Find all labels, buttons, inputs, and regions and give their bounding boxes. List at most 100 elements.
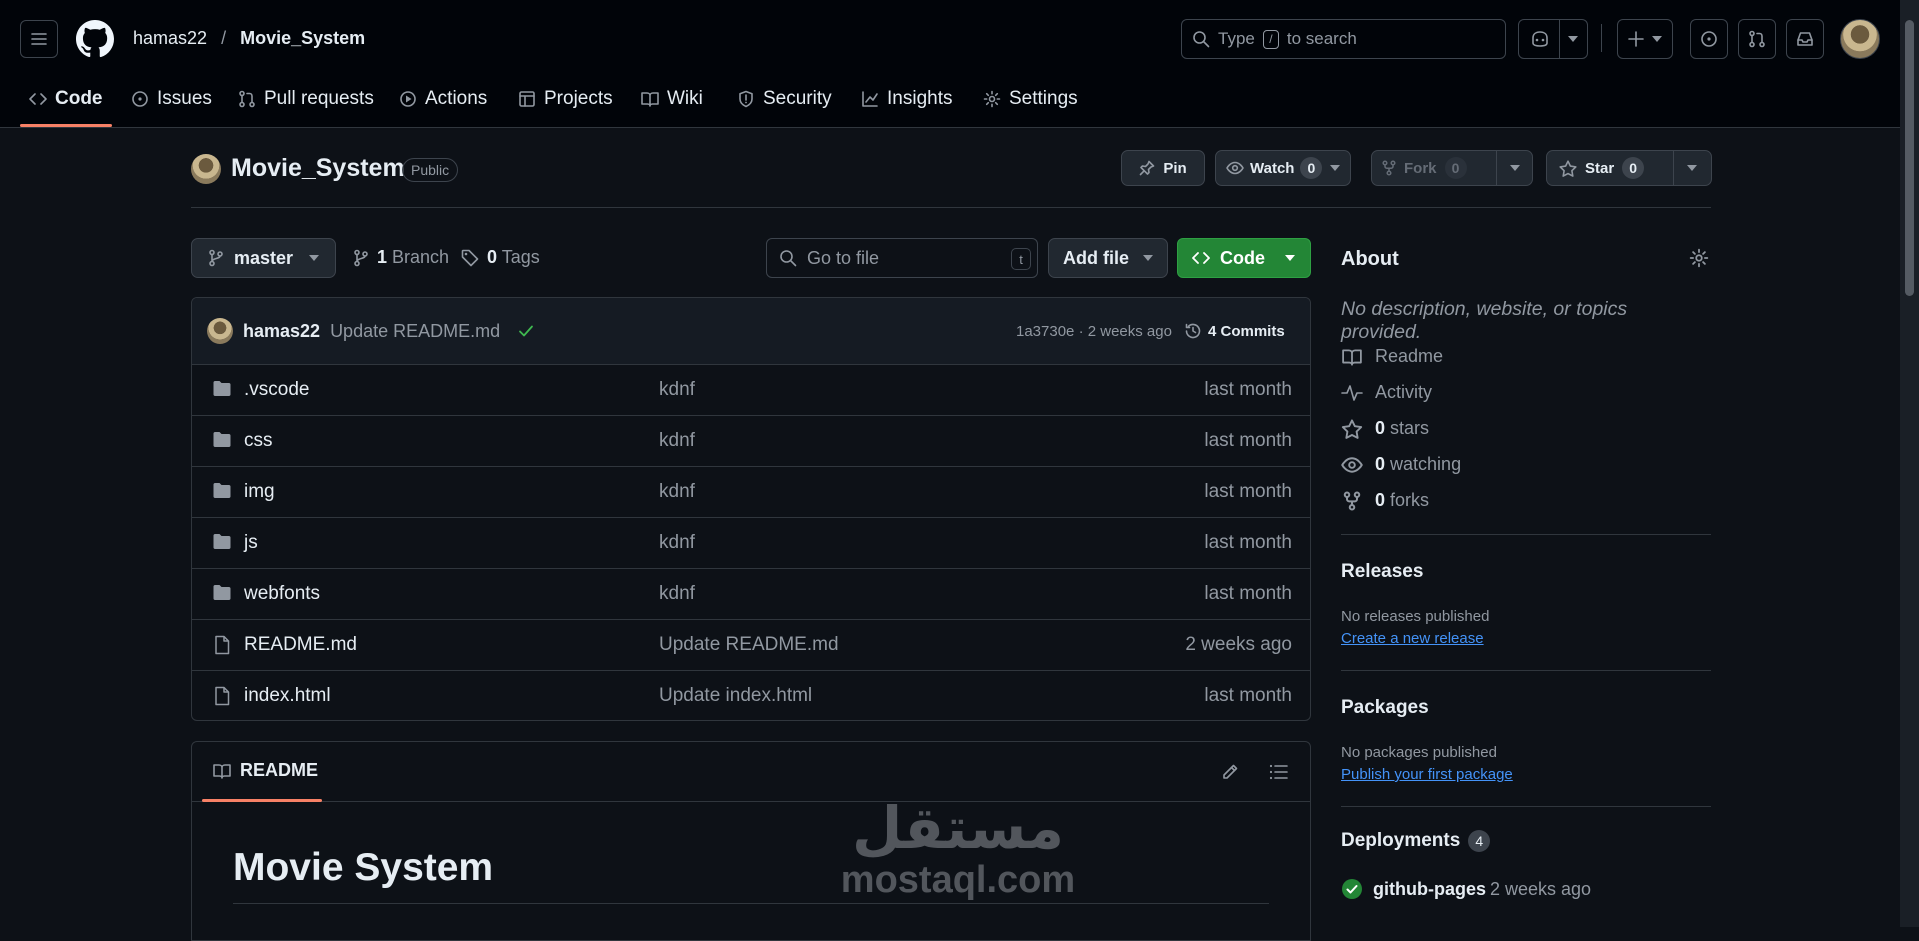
- file-commit-message[interactable]: Update README.md: [659, 634, 839, 656]
- tab-pull-requests[interactable]: Pull requests: [238, 88, 374, 110]
- star-button[interactable]: Star 0: [1546, 150, 1712, 186]
- folder-icon: [213, 534, 231, 549]
- file-row[interactable]: js kdnf last month: [192, 517, 1310, 568]
- gear-icon[interactable]: [1689, 248, 1709, 268]
- create-release-link[interactable]: Create a new release: [1341, 630, 1484, 647]
- pin-label: Pin: [1163, 159, 1187, 177]
- releases-title[interactable]: Releases: [1341, 561, 1423, 583]
- latest-commit-bar: hamas22 Update README.md 1a3730e · 2 wee…: [192, 298, 1310, 364]
- book-icon: [641, 92, 659, 107]
- check-icon[interactable]: [518, 324, 534, 338]
- file-name[interactable]: .vscode: [244, 379, 309, 401]
- search-icon: [1193, 31, 1210, 48]
- issue-opened-icon: [1701, 31, 1717, 47]
- readme-header: README: [192, 742, 1310, 802]
- scrollbar-thumb[interactable]: [1905, 20, 1914, 296]
- stars-label: stars: [1390, 418, 1430, 438]
- file-commit-message[interactable]: kdnf: [659, 583, 695, 605]
- file-name[interactable]: js: [244, 532, 258, 554]
- owner-link[interactable]: hamas22: [133, 28, 207, 49]
- tab-actions-label: Actions: [425, 88, 488, 109]
- file-commit-message[interactable]: kdnf: [659, 430, 695, 452]
- file-row[interactable]: .vscode kdnf last month: [192, 364, 1310, 415]
- folder-icon: [213, 381, 231, 396]
- top-header: hamas22 / Movie_System Type / to search …: [0, 0, 1900, 128]
- edit-pencil-icon[interactable]: [1221, 763, 1239, 781]
- chevron-down-icon[interactable]: [1330, 165, 1340, 171]
- tab-issues-label: Issues: [157, 88, 212, 109]
- repo-link[interactable]: Movie_System: [240, 28, 365, 49]
- repo-name[interactable]: Movie_System: [231, 154, 405, 183]
- file-row[interactable]: css kdnf last month: [192, 415, 1310, 466]
- file-row[interactable]: index.html Update index.html last month: [192, 670, 1310, 720]
- tab-settings[interactable]: Settings: [983, 88, 1078, 110]
- file-name[interactable]: img: [244, 481, 275, 503]
- readme-tab[interactable]: README: [212, 760, 318, 781]
- chevron-down-icon[interactable]: [1687, 165, 1697, 171]
- readme-link-label: Readme: [1375, 346, 1444, 366]
- commits-link[interactable]: 4 Commits: [1184, 322, 1285, 340]
- breadcrumb-separator: /: [221, 28, 227, 48]
- publish-package-link[interactable]: Publish your first package: [1341, 766, 1513, 783]
- file-row[interactable]: webfonts kdnf last month: [192, 568, 1310, 619]
- inbox-button[interactable]: [1786, 19, 1824, 59]
- add-file-label: Add file: [1063, 247, 1129, 268]
- add-file-button[interactable]: Add file: [1048, 238, 1168, 278]
- file-name[interactable]: README.md: [244, 634, 357, 656]
- go-to-file-input[interactable]: Go to file t: [766, 238, 1038, 278]
- github-logo[interactable]: [76, 20, 114, 58]
- deployment-item[interactable]: github-pages 2 weeks ago: [1341, 878, 1591, 900]
- watch-button[interactable]: Watch 0: [1215, 150, 1351, 186]
- chevron-down-icon[interactable]: [1510, 165, 1520, 171]
- code-button[interactable]: Code: [1177, 238, 1311, 278]
- page-scrollbar[interactable]: [1900, 0, 1919, 927]
- tab-projects[interactable]: Projects: [518, 88, 613, 110]
- create-new-button[interactable]: [1617, 19, 1673, 59]
- commit-author-avatar: [207, 318, 233, 344]
- branch-select[interactable]: master: [191, 238, 336, 278]
- readme-link[interactable]: Readme: [1341, 346, 1443, 367]
- commit-author[interactable]: hamas22: [243, 321, 320, 342]
- pin-icon: [1140, 160, 1155, 176]
- star-divider: [1673, 151, 1674, 185]
- watching-link[interactable]: 0 watching: [1341, 454, 1461, 475]
- user-avatar[interactable]: [1840, 19, 1880, 59]
- deployments-header[interactable]: Deployments 4: [1341, 830, 1491, 852]
- pin-button[interactable]: Pin: [1121, 150, 1205, 186]
- file-commit-message[interactable]: Update index.html: [659, 685, 812, 707]
- fork-count: 0: [1444, 157, 1467, 179]
- forks-link[interactable]: 0 forks: [1341, 490, 1429, 511]
- plus-icon: [1628, 31, 1644, 47]
- tab-actions[interactable]: Actions: [399, 88, 487, 110]
- star-count: 0: [1622, 157, 1645, 179]
- packages-title[interactable]: Packages: [1341, 697, 1429, 719]
- tab-wiki[interactable]: Wiki: [641, 88, 703, 110]
- stars-link[interactable]: 0 stars: [1341, 418, 1429, 439]
- tab-security[interactable]: Security: [737, 88, 832, 110]
- file-name[interactable]: index.html: [244, 685, 331, 707]
- tab-issues[interactable]: Issues: [131, 88, 212, 110]
- sidebar-divider: [1341, 534, 1711, 535]
- issues-button[interactable]: [1690, 19, 1728, 59]
- menu-button[interactable]: [20, 20, 58, 58]
- fork-label: Fork: [1404, 159, 1437, 177]
- file-name[interactable]: webfonts: [244, 583, 320, 605]
- file-commit-message[interactable]: kdnf: [659, 481, 695, 503]
- tab-code[interactable]: Code: [29, 88, 103, 110]
- list-outline-icon[interactable]: [1269, 763, 1289, 781]
- file-commit-message[interactable]: kdnf: [659, 532, 695, 554]
- fork-button[interactable]: Fork 0: [1371, 150, 1533, 186]
- branches-link[interactable]: 1 Branch: [353, 247, 449, 268]
- pull-requests-button[interactable]: [1738, 19, 1776, 59]
- copilot-button[interactable]: [1518, 19, 1588, 59]
- commit-message[interactable]: Update README.md: [330, 321, 500, 342]
- file-name[interactable]: css: [244, 430, 273, 452]
- file-commit-message[interactable]: kdnf: [659, 379, 695, 401]
- tab-insights[interactable]: Insights: [861, 88, 952, 110]
- global-search-input[interactable]: Type / to search: [1181, 19, 1506, 59]
- tags-link[interactable]: 0 Tags: [461, 247, 540, 268]
- file-row[interactable]: img kdnf last month: [192, 466, 1310, 517]
- file-row[interactable]: README.md Update README.md 2 weeks ago: [192, 619, 1310, 670]
- activity-link[interactable]: Activity: [1341, 382, 1432, 403]
- commit-sha-time[interactable]: 1a3730e · 2 weeks ago: [1016, 323, 1172, 340]
